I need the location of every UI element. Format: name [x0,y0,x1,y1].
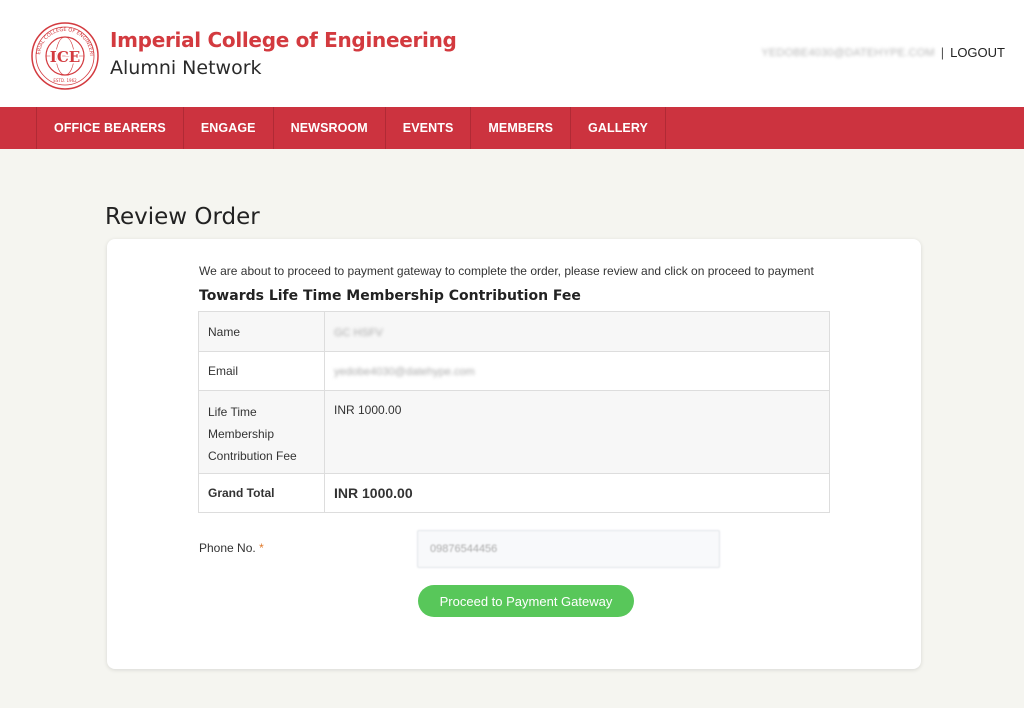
site-header: IMPERIAL COLLEGE OF ENGINEERING ICE ESTD… [0,0,1024,107]
nav-item-gallery[interactable]: GALLERY [571,107,666,149]
alumni-network-title: Alumni Network [110,57,262,79]
proceed-to-payment-button[interactable]: Proceed to Payment Gateway [418,585,634,617]
review-order-card: We are about to proceed to payment gatew… [107,239,921,669]
seal-estd: ESTD. 1962 [53,78,77,83]
fee-label: Life Time Membership Contribution Fee [198,390,325,474]
table-row: Name GC HSFV [198,311,830,352]
college-seal-logo[interactable]: IMPERIAL COLLEGE OF ENGINEERING ICE ESTD… [30,21,100,91]
email-value-cell: yedobe4030@datehype.com [324,351,830,391]
order-summary-table: Name GC HSFV Email yedobe4030@datehype.c… [198,311,830,513]
user-area: YEDOBE4030@DATEHYPE.COM | LOGOUT [761,45,1005,60]
grand-total-label: Grand Total [198,473,325,513]
review-instructions: We are about to proceed to payment gatew… [199,264,814,278]
nav-list: OFFICE BEARERS ENGAGE NEWSROOM EVENTS ME… [36,107,666,149]
user-separator: | [940,45,945,60]
fee-label-line-1: Life Time [208,405,257,419]
name-value-cell: GC HSFV [324,311,830,352]
grand-total-value: INR 1000.00 [324,473,830,513]
fee-label-line-2: Membership [208,427,275,441]
seal-abbr: ICE [50,48,80,66]
table-row: Grand Total INR 1000.00 [198,473,830,513]
phone-input[interactable] [417,530,720,568]
nav-item-members[interactable]: MEMBERS [471,107,572,149]
fee-label-line-3: Contribution Fee [208,449,297,463]
email-value: yedobe4030@datehype.com [334,366,475,378]
required-marker: * [259,541,264,555]
table-row: Email yedobe4030@datehype.com [198,351,830,391]
phone-label: Phone No. * [199,541,264,555]
table-row: Life Time Membership Contribution Fee IN… [198,390,830,474]
logout-link[interactable]: LOGOUT [950,45,1005,60]
phone-label-text: Phone No. [199,541,256,555]
nav-item-engage[interactable]: ENGAGE [184,107,274,149]
name-label: Name [198,311,325,352]
user-email[interactable]: YEDOBE4030@DATEHYPE.COM [761,47,934,59]
email-label: Email [198,351,325,391]
nav-item-events[interactable]: EVENTS [386,107,472,149]
fee-value: INR 1000.00 [324,390,830,474]
page-title: Review Order [105,204,260,230]
main-nav: OFFICE BEARERS ENGAGE NEWSROOM EVENTS ME… [0,107,1024,149]
name-value: GC HSFV [334,326,383,339]
college-name[interactable]: Imperial College of Engineering [110,28,457,52]
nav-item-office-bearers[interactable]: OFFICE BEARERS [37,107,184,149]
order-heading: Towards Life Time Membership Contributio… [199,288,581,304]
nav-item-newsroom[interactable]: NEWSROOM [274,107,386,149]
